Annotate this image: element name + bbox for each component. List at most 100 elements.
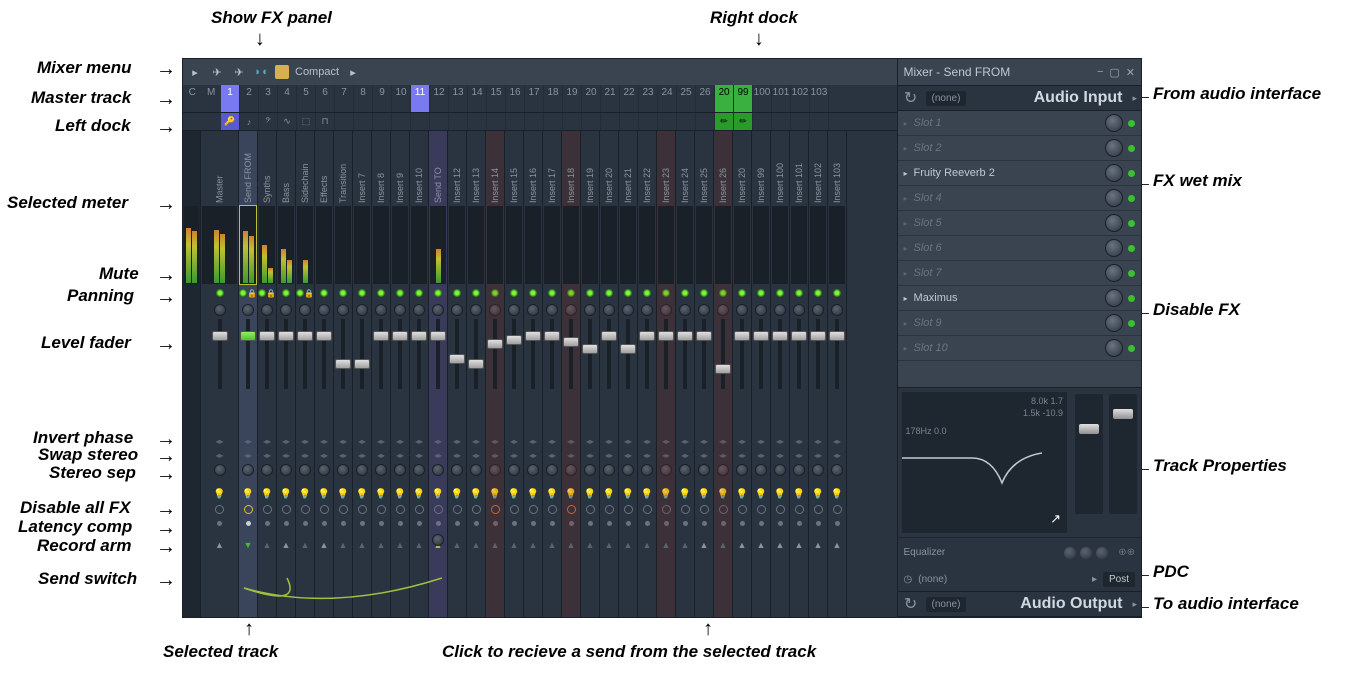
swap-stereo[interactable]: ◂▸	[700, 451, 708, 460]
send-switch[interactable]: ▲	[282, 540, 291, 550]
level-fader[interactable]	[505, 319, 523, 389]
fx-enable-led[interactable]	[1128, 120, 1135, 127]
pan-knob[interactable]	[622, 304, 634, 316]
track-number[interactable]: 22	[620, 85, 639, 112]
record-arm[interactable]	[569, 521, 574, 526]
fx-disable-icon[interactable]: 💡	[527, 489, 539, 500]
send-switch[interactable]: ▲	[643, 540, 652, 550]
layout-menu-arrow[interactable]: ▸	[345, 64, 361, 80]
latency-comp[interactable]	[263, 505, 272, 514]
send-switch[interactable]: ▲	[567, 540, 576, 550]
swap-stereo[interactable]: ◂▸	[453, 451, 461, 460]
track-type-icon[interactable]	[544, 113, 563, 130]
mute-led[interactable]	[624, 289, 632, 297]
send-switch[interactable]: ▲	[377, 540, 386, 550]
level-fader[interactable]	[695, 319, 713, 389]
level-fader[interactable]	[277, 319, 295, 389]
fx-disable-icon[interactable]: 💡	[622, 489, 634, 500]
stereo-sep-knob[interactable]	[679, 464, 691, 476]
level-fader[interactable]	[676, 319, 694, 389]
invert-phase[interactable]: ◂▸	[415, 437, 423, 446]
stereo-sep-knob[interactable]	[527, 464, 539, 476]
fx-enable-led[interactable]	[1128, 195, 1135, 202]
pan-knob[interactable]	[299, 304, 311, 316]
swap-stereo[interactable]: ◂▸	[776, 451, 784, 460]
fx-enable-led[interactable]	[1128, 145, 1135, 152]
mixer-track[interactable]: Insert 26◂▸◂▸💡▲	[714, 131, 733, 617]
pan-knob[interactable]	[660, 304, 672, 316]
record-arm[interactable]	[474, 521, 479, 526]
maximize-icon[interactable]: ▢	[1109, 66, 1119, 79]
fx-disable-icon[interactable]: 💡	[584, 489, 596, 500]
track-number[interactable]: 16	[506, 85, 525, 112]
track-number[interactable]: 15	[487, 85, 506, 112]
fx-slot[interactable]: ▸Slot 10	[898, 336, 1141, 361]
fx-enable-led[interactable]	[1128, 170, 1135, 177]
level-fader[interactable]	[600, 319, 618, 389]
latency-comp[interactable]	[453, 505, 462, 514]
mute-led[interactable]	[738, 289, 746, 297]
track-number[interactable]: 2	[240, 85, 259, 112]
swap-stereo[interactable]: ◂▸	[263, 451, 271, 460]
track-number[interactable]: 21	[601, 85, 620, 112]
mixer-track[interactable]: Insert 24◂▸◂▸💡▲	[676, 131, 695, 617]
invert-phase[interactable]: ◂▸	[814, 437, 822, 446]
invert-phase[interactable]: ◂▸	[776, 437, 784, 446]
invert-phase[interactable]: ◂▸	[491, 437, 499, 446]
fx-enable-led[interactable]	[1128, 220, 1135, 227]
latency-comp[interactable]	[244, 505, 253, 514]
record-arm[interactable]	[265, 521, 270, 526]
hide-faders-icon[interactable]: ↗	[1050, 511, 1061, 527]
track-number[interactable]: 10	[392, 85, 411, 112]
pan-knob[interactable]	[261, 304, 273, 316]
mixer-track[interactable]: Insert 100◂▸◂▸💡▲	[771, 131, 790, 617]
stereo-sep-knob[interactable]	[337, 464, 349, 476]
master-track[interactable]: Master ◂▸ ◂▸ 💡	[201, 131, 239, 617]
track-type-icon[interactable]	[658, 113, 677, 130]
property-fader-2[interactable]	[1109, 394, 1137, 514]
pan-knob[interactable]	[214, 304, 226, 316]
fx-disable-icon[interactable]: 💡	[318, 489, 330, 500]
fx-slot-arrow-icon[interactable]: ▸	[904, 294, 908, 303]
swap-stereo[interactable]: ◂▸	[434, 451, 442, 460]
fx-disable-icon[interactable]: 💡	[831, 489, 843, 500]
fx-disable-icon[interactable]: 💡	[280, 489, 292, 500]
mixer-track[interactable]: Insert 9◂▸◂▸💡▲	[391, 131, 410, 617]
mute-led[interactable]	[396, 289, 404, 297]
record-arm[interactable]	[816, 521, 821, 526]
fx-disable-icon[interactable]: 💡	[736, 489, 748, 500]
track-number[interactable]: 1	[221, 85, 240, 112]
track-number[interactable]: 17	[525, 85, 544, 112]
swap-stereo[interactable]: ◂▸	[396, 451, 404, 460]
stereo-sep-knob[interactable]	[603, 464, 615, 476]
level-fader[interactable]	[391, 319, 409, 389]
pan-knob[interactable]	[375, 304, 387, 316]
swap-stereo[interactable]: ◂▸	[339, 451, 347, 460]
fx-disable-icon[interactable]: 💡	[565, 489, 577, 500]
pan-knob[interactable]	[337, 304, 349, 316]
stereo-sep-knob[interactable]	[261, 464, 273, 476]
pan-knob[interactable]	[394, 304, 406, 316]
minimize-icon[interactable]: −	[1097, 66, 1103, 79]
level-fader[interactable]	[372, 319, 390, 389]
record-arm[interactable]	[626, 521, 631, 526]
invert-phase[interactable]: ◂▸	[795, 437, 803, 446]
latency-comp[interactable]	[434, 505, 443, 514]
mute-led[interactable]	[377, 289, 385, 297]
stereo-sep-knob[interactable]	[546, 464, 558, 476]
track-type-icon[interactable]	[563, 113, 582, 130]
track-type-icon[interactable]	[791, 113, 810, 130]
level-fader[interactable]	[619, 319, 637, 389]
fx-disable-icon[interactable]: 💡	[213, 489, 225, 500]
fx-disable-icon[interactable]: 💡	[546, 489, 558, 500]
track-number[interactable]: 7	[335, 85, 354, 112]
stereo-sep-knob[interactable]	[755, 464, 767, 476]
fader[interactable]	[201, 319, 238, 389]
track-type-icon[interactable]	[506, 113, 525, 130]
mixer-track[interactable]: Insert 7◂▸◂▸💡▲	[353, 131, 372, 617]
mute-led[interactable]	[491, 289, 499, 297]
mixer-track[interactable]: Insert 102◂▸◂▸💡▲	[809, 131, 828, 617]
level-fader[interactable]	[448, 319, 466, 389]
eq-knob[interactable]	[1096, 547, 1108, 559]
wave-icon[interactable]: ◗◖	[253, 64, 269, 80]
